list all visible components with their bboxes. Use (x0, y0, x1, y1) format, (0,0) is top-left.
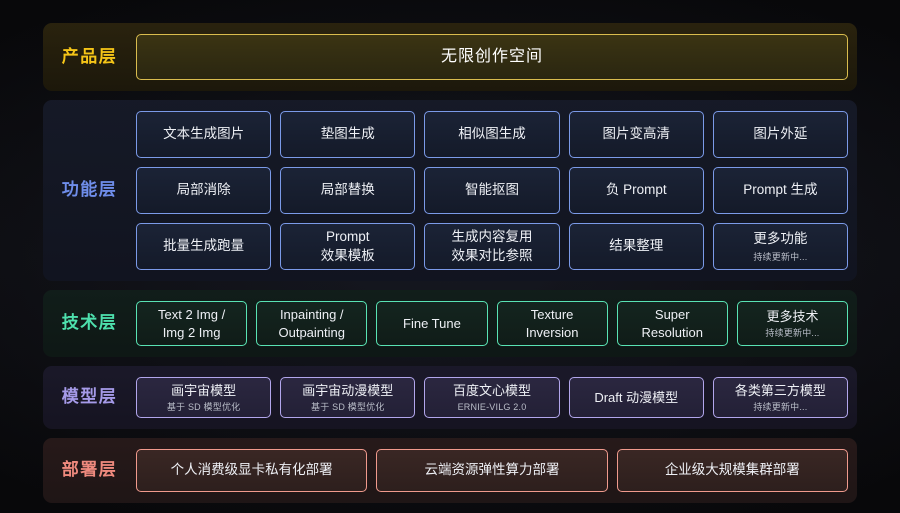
card-title: 图片变高清 (602, 126, 670, 142)
card-title: 批量生成跑量 (163, 238, 245, 254)
layer-label-function: 功能层 (61, 180, 118, 200)
card-title: 更多功能 (753, 231, 808, 247)
card-title: 百度文心模型 (453, 382, 532, 398)
card-model[interactable]: 画宇宙模型基于 SD 模型优化 (136, 377, 272, 418)
card-title: 更多技术 (766, 308, 819, 324)
card-function[interactable]: 图片外延 (712, 111, 849, 158)
layer-label-model: 模型层 (61, 387, 118, 407)
card-row: 个人消费级显卡私有化部署 云端资源弹性算力部署 企业级大规模集群部署 (136, 449, 848, 492)
card-title: Prompt 效果模板 (320, 229, 375, 263)
card-title: Draft 动漫模型 (594, 389, 679, 405)
card-subtitle: 基于 SD 模型优化 (311, 402, 385, 413)
card-row: 文本生成图片 垫图生成 相似图生成 图片变高清 图片外延 (136, 111, 849, 158)
card-title: 垫图生成 (320, 126, 375, 142)
card-model[interactable]: 画宇宙动漫模型基于 SD 模型优化 (280, 377, 416, 418)
card-title: 相似图生成 (458, 126, 526, 142)
card-function[interactable]: 批量生成跑量 (136, 223, 272, 270)
card-row: 局部消除 局部替换 智能抠图 负 Prompt Prompt 生成 (136, 167, 849, 214)
card-model[interactable]: Draft 动漫模型 (568, 377, 704, 418)
card-function[interactable]: 负 Prompt (568, 167, 704, 214)
card-product[interactable]: 无限创作空间 (136, 34, 848, 80)
card-deploy[interactable]: 企业级大规模集群部署 (616, 449, 848, 492)
card-title: Fine Tune (403, 315, 461, 331)
card-title: 无限创作空间 (440, 48, 543, 66)
card-title: 智能抠图 (465, 182, 519, 198)
card-deploy[interactable]: 个人消费级显卡私有化部署 (136, 449, 368, 492)
card-title: 图片外延 (753, 126, 808, 142)
card-function[interactable]: 相似图生成 (424, 111, 560, 158)
card-title: 负 Prompt (605, 182, 667, 198)
layer-model: 模型层 画宇宙模型 基于 SD 模型优化 画宇宙动漫模型 基于 SD 模型优化 百度文心模… (43, 366, 857, 429)
architecture-stack: 产品层 无限创作空间功能层 文本生成图片 垫图生成 相似图生成 图片变高清 图片外延局部消除… (43, 23, 857, 503)
card-title: 画宇宙动漫模型 (302, 382, 394, 398)
card-title: 个人消费级显卡私有化部署 (170, 462, 333, 478)
card-tech[interactable]: Fine Tune (376, 301, 488, 346)
card-row: 批量生成跑量 Prompt 效果模板 生成内容复用 效果对比参照 结果整理 更多功能持续… (136, 223, 849, 270)
card-tech[interactable]: Text 2 Img / Img 2 Img (136, 301, 248, 346)
layer-body-deploy: 个人消费级显卡私有化部署 云端资源弹性算力部署 企业级大规模集群部署 (136, 449, 848, 492)
card-function[interactable]: Prompt 效果模板 (280, 223, 416, 270)
card-function[interactable]: 局部消除 (136, 167, 272, 214)
layer-body-function: 文本生成图片 垫图生成 相似图生成 图片变高清 图片外延局部消除 局部替换 智能抠图 负 Pr… (136, 111, 849, 270)
card-title: Texture Inversion (525, 306, 579, 340)
card-row: 画宇宙模型 基于 SD 模型优化 画宇宙动漫模型 基于 SD 模型优化 百度文心模型 ER… (136, 377, 849, 418)
card-model[interactable]: 各类第三方模型持续更新中... (712, 377, 849, 418)
card-function[interactable]: 更多功能持续更新中... (712, 223, 849, 270)
card-model[interactable]: 百度文心模型 ERNIE-VILG 2.0 (424, 377, 560, 418)
card-title: 画宇宙模型 (171, 382, 237, 398)
card-tech[interactable]: Super Resolution (616, 301, 728, 346)
card-title: 云端资源弹性算力部署 (424, 462, 560, 478)
card-title: Inpainting / Outpainting (278, 306, 346, 340)
card-tech[interactable]: Inpainting / Outpainting (256, 301, 368, 346)
card-deploy[interactable]: 云端资源弹性算力部署 (376, 449, 608, 492)
card-row: Text 2 Img / Img 2 Img Inpainting / Outpa… (136, 301, 849, 346)
card-function[interactable]: 图片变高清 (568, 111, 704, 158)
card-subtitle: 基于 SD 模型优化 (166, 402, 241, 413)
card-title: Super Resolution (641, 306, 703, 340)
card-function[interactable]: 文本生成图片 (136, 111, 272, 158)
layer-label-deploy: 部署层 (61, 460, 118, 480)
layer-deploy: 部署层 个人消费级显卡私有化部署 云端资源弹性算力部署 企业级大规模集群部署 (43, 438, 857, 503)
card-function[interactable]: Prompt 生成 (712, 167, 849, 214)
card-function[interactable]: 垫图生成 (280, 111, 416, 158)
card-title: 各类第三方模型 (734, 382, 826, 398)
card-function[interactable]: 局部替换 (280, 167, 416, 214)
card-title: 结果整理 (609, 238, 664, 254)
card-title: 文本生成图片 (163, 126, 245, 142)
card-function[interactable]: 智能抠图 (424, 167, 560, 214)
card-subtitle: ERNIE-VILG 2.0 (457, 402, 527, 413)
layer-body-model: 画宇宙模型 基于 SD 模型优化 画宇宙动漫模型 基于 SD 模型优化 百度文心模型 ER… (136, 377, 849, 418)
card-tech[interactable]: Texture Inversion (496, 301, 608, 346)
card-function[interactable]: 结果整理 (568, 223, 704, 270)
card-row: 无限创作空间 (136, 34, 848, 80)
card-title: 企业级大规模集群部署 (664, 462, 800, 478)
card-tech[interactable]: 更多技术持续更新中... (736, 301, 849, 346)
card-title: 局部替换 (320, 182, 375, 198)
card-title: Text 2 Img / Img 2 Img (157, 306, 226, 340)
card-title: Prompt 生成 (743, 182, 818, 198)
layer-label-tech: 技术层 (61, 313, 118, 333)
card-subtitle: 持续更新中... (753, 402, 808, 413)
layer-body-product: 无限创作空间 (136, 34, 848, 80)
layer-body-tech: Text 2 Img / Img 2 Img Inpainting / Outpa… (136, 301, 849, 346)
card-subtitle: 持续更新中... (753, 251, 808, 262)
layer-product: 产品层 无限创作空间 (43, 23, 857, 91)
layer-function: 功能层 文本生成图片 垫图生成 相似图生成 图片变高清 图片外延局部消除 局部替换 智能抠图 负… (43, 100, 857, 281)
card-function[interactable]: 生成内容复用 效果对比参照 (424, 223, 560, 270)
card-title: 局部消除 (176, 182, 231, 198)
layer-tech: 技术层 Text 2 Img / Img 2 Img Inpainting / Ou… (43, 290, 857, 357)
card-title: 生成内容复用 效果对比参照 (451, 229, 533, 263)
layer-label-product: 产品层 (61, 46, 118, 66)
card-subtitle: 持续更新中... (765, 328, 820, 339)
